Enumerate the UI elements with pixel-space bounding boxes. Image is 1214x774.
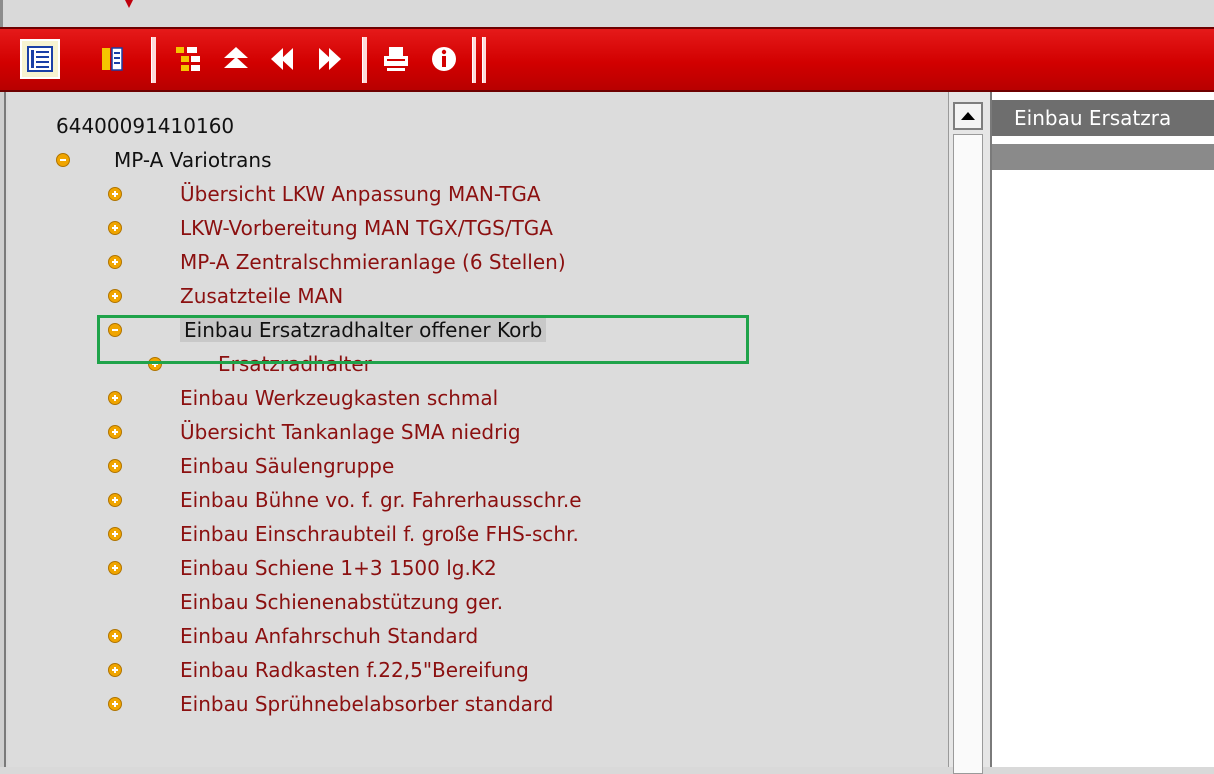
tree-item-label: Einbau Säulengruppe: [180, 454, 395, 478]
tree-item[interactable]: Einbau Einschraubteil f. große FHS-schr.: [108, 518, 579, 550]
tree-item[interactable]: MP-A Variotrans: [56, 144, 272, 176]
tree-item-label: Einbau Einschraubteil f. große FHS-schr.: [180, 522, 579, 546]
expand-toggle-icon[interactable]: [108, 221, 122, 235]
tree-item[interactable]: Einbau Werkzeugkasten schmal: [108, 382, 498, 414]
toolbar-separator: [362, 37, 367, 83]
list-view-icon[interactable]: [92, 39, 132, 79]
tree-item[interactable]: Einbau Radkasten f.22,5"Bereifung: [108, 654, 529, 686]
expand-toggle-icon[interactable]: [108, 629, 122, 643]
tree-item-label: Einbau Schiene 1+3 1500 lg.K2: [180, 556, 497, 580]
window-left-border: [0, 92, 6, 767]
expand-toggle-icon[interactable]: [108, 697, 122, 711]
scroll-thumb[interactable]: [953, 134, 983, 774]
tree-item-label: MP-A Zentralschmieranlage (6 Stellen): [180, 250, 566, 274]
expand-toggle-icon[interactable]: [108, 289, 122, 303]
tree-item[interactable]: Einbau Schiene 1+3 1500 lg.K2: [108, 552, 497, 584]
collapse-up-icon[interactable]: [216, 39, 256, 79]
detail-pane-header: Einbau Ersatzra: [992, 100, 1214, 136]
tree-item-label: Einbau Bühne vo. f. gr. Fahrerhausschr.e: [180, 488, 582, 512]
collapse-toggle-icon[interactable]: [56, 153, 70, 167]
toolbar-separator: [472, 37, 476, 83]
tree-item-label: Einbau Sprühnebelabsorber standard: [180, 692, 554, 716]
detail-pane-subbar: [992, 144, 1214, 170]
expand-toggle-icon[interactable]: [108, 459, 122, 473]
toolbar-separator: [482, 37, 486, 83]
tree-item[interactable]: Einbau Säulengruppe: [108, 450, 394, 482]
expand-toggle-icon[interactable]: [108, 425, 122, 439]
expand-toggle-icon[interactable]: [108, 391, 122, 405]
tree-view-icon[interactable]: [20, 39, 60, 79]
tree-item-label: Einbau Anfahrschuh Standard: [180, 624, 479, 648]
expand-toggle-icon[interactable]: [108, 493, 122, 507]
info-icon[interactable]: [424, 39, 464, 79]
previous-icon[interactable]: [262, 39, 302, 79]
tree-item-label: Übersicht Tankanlage SMA niedrig: [180, 420, 521, 444]
selection-highlight-box: [97, 315, 749, 364]
expand-toggle-icon[interactable]: [108, 663, 122, 677]
tree-item-label: LKW-Vorbereitung MAN TGX/TGS/TGA: [180, 216, 553, 240]
tree-item-label: MP-A Variotrans: [114, 148, 272, 172]
tree-item-label: Einbau Schienenabstützung ger.: [180, 590, 504, 614]
tree-scrollbar[interactable]: [948, 92, 990, 774]
tree-item[interactable]: Einbau Schienenabstützung ger.: [108, 586, 503, 618]
print-icon[interactable]: [376, 39, 416, 79]
tree-item[interactable]: Einbau Sprühnebelabsorber standard: [108, 688, 553, 720]
tree-item[interactable]: Übersicht LKW Anpassung MAN-TGA: [108, 178, 541, 210]
indicator-marker: [125, 0, 133, 8]
top-strip: [0, 0, 1214, 27]
tree-item[interactable]: MP-A Zentralschmieranlage (6 Stellen): [108, 246, 566, 278]
toolbar: [0, 27, 1214, 92]
chevron-up-icon: [961, 112, 975, 120]
structure-icon[interactable]: [168, 39, 208, 79]
tree-item-label: Übersicht LKW Anpassung MAN-TGA: [180, 182, 541, 206]
toolbar-separator: [151, 37, 156, 83]
tree-item[interactable]: Zusatzteile MAN: [108, 280, 343, 312]
expand-toggle-icon[interactable]: [108, 561, 122, 575]
tree-item[interactable]: Übersicht Tankanlage SMA niedrig: [108, 416, 521, 448]
detail-pane: Einbau Ersatzra: [990, 92, 1214, 767]
expand-toggle-icon[interactable]: [108, 187, 122, 201]
tree-item-label: Einbau Werkzeugkasten schmal: [180, 386, 499, 410]
expand-toggle-icon[interactable]: [108, 527, 122, 541]
scroll-up-button[interactable]: [953, 102, 983, 130]
tree-item[interactable]: LKW-Vorbereitung MAN TGX/TGS/TGA: [108, 212, 553, 244]
tree-item-label: Zusatzteile MAN: [180, 284, 344, 308]
expand-toggle-icon[interactable]: [108, 255, 122, 269]
next-icon[interactable]: [310, 39, 350, 79]
tree-item[interactable]: Einbau Bühne vo. f. gr. Fahrerhausschr.e: [108, 484, 582, 516]
tree-item-label: Einbau Radkasten f.22,5"Bereifung: [180, 658, 529, 682]
tree-root-label: 64400091410160: [56, 114, 235, 138]
tree-item[interactable]: Einbau Anfahrschuh Standard: [108, 620, 478, 652]
